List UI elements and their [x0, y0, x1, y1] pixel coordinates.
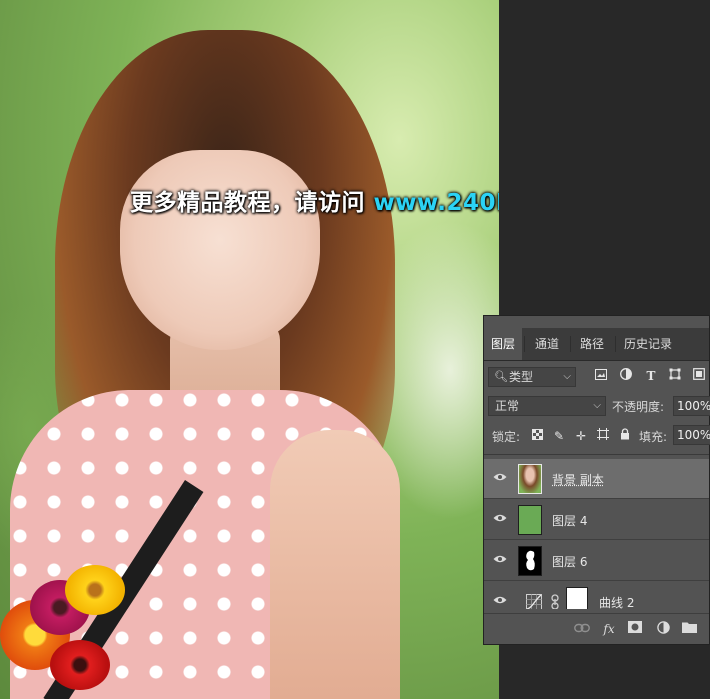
add-mask-icon[interactable]: [626, 621, 644, 637]
layer-row-layer-6[interactable]: 图层 6: [484, 541, 709, 581]
link-layers-icon[interactable]: [573, 621, 591, 637]
search-icon: 🔍︎: [494, 368, 508, 386]
layer-thumbnail: [518, 546, 542, 576]
lock-position-icon[interactable]: ✛: [573, 428, 589, 444]
type-filter-icon[interactable]: T: [642, 367, 660, 385]
blend-mode-select[interactable]: 正常 ⌵: [488, 396, 606, 416]
filter-type-value: 类型: [509, 370, 533, 384]
watermark-text: 更多精品教程，请访问: [130, 190, 374, 216]
lock-row: 锁定: ✎ ✛ 填充: 100%: [484, 428, 709, 444]
layer-row-background-copy[interactable]: 背景 副本: [484, 459, 709, 499]
chevron-down-icon: ⌵: [593, 397, 601, 415]
eye-icon[interactable]: [493, 471, 507, 485]
opacity-input[interactable]: 100%: [673, 396, 710, 416]
layer-name[interactable]: 图层 6: [552, 553, 587, 570]
flower: [65, 565, 125, 615]
lock-all-icon[interactable]: [617, 428, 633, 444]
eye-icon[interactable]: [493, 594, 507, 608]
layer-name[interactable]: 图层 4: [552, 512, 587, 529]
face: [120, 150, 320, 350]
fill-input[interactable]: 100%: [673, 425, 710, 445]
eye-icon[interactable]: [493, 512, 507, 526]
image-filter-icon[interactable]: [592, 367, 610, 385]
tab-channels[interactable]: 通道: [528, 328, 566, 360]
lock-label: 锁定:: [492, 428, 520, 445]
blend-mode-value: 正常: [495, 399, 519, 413]
tab-separator: [570, 336, 571, 352]
filter-type-select[interactable]: 🔍︎ 类型 ⌵: [488, 367, 576, 387]
layer-row-curves-2[interactable]: 曲线 2: [484, 582, 709, 609]
smart-object-filter-icon[interactable]: [690, 367, 708, 385]
layer-thumbnail: [518, 464, 542, 494]
tab-separator: [524, 336, 525, 352]
layer-name[interactable]: 曲线 2: [599, 594, 634, 609]
layer-mask-thumbnail[interactable]: [566, 587, 588, 609]
layer-thumbnail: [518, 505, 542, 535]
shape-filter-icon[interactable]: [666, 367, 684, 385]
new-group-icon[interactable]: [680, 621, 698, 637]
shoulder: [270, 430, 400, 699]
adjustment-filter-icon[interactable]: [617, 367, 635, 385]
lock-image-icon[interactable]: ✎: [551, 428, 567, 444]
layer-name[interactable]: 背景 副本: [552, 471, 604, 488]
layers-panel: 图层 通道 路径 历史记录 🔍︎ 类型 ⌵ T 正常 ⌵ 不透明度: 100% …: [483, 315, 710, 645]
chevron-down-icon: ⌵: [563, 368, 571, 386]
watermark: 更多精品教程，请访问 www.240PS.com: [130, 183, 499, 217]
adjustment-layer-icon[interactable]: [654, 621, 672, 637]
panel-footer: fx: [484, 613, 709, 644]
lock-artboard-icon[interactable]: [595, 428, 611, 444]
panel-tabs: 图层 通道 路径 历史记录: [484, 328, 709, 361]
flower: [50, 640, 110, 690]
link-icon[interactable]: [550, 594, 560, 609]
opacity-label: 不透明度:: [612, 398, 664, 415]
curves-adjustment-icon: [526, 594, 542, 609]
fx-icon[interactable]: fx: [600, 621, 618, 637]
tab-separator: [615, 336, 616, 352]
tab-history[interactable]: 历史记录: [617, 328, 679, 360]
fill-label: 填充:: [639, 428, 667, 445]
lock-transparent-icon[interactable]: [529, 428, 545, 444]
watermark-url: www.240PS.com: [374, 190, 499, 216]
filter-row: 🔍︎ 类型 ⌵ T: [484, 367, 709, 387]
tab-layers[interactable]: 图层: [484, 328, 522, 360]
eye-icon[interactable]: [493, 553, 507, 567]
layers-list: 背景 副本 图层 4 图层 6 曲线 2: [484, 454, 709, 609]
tab-paths[interactable]: 路径: [573, 328, 611, 360]
blend-row: 正常 ⌵ 不透明度: 100%: [484, 396, 709, 416]
canvas-photo[interactable]: 更多精品教程，请访问 www.240PS.com: [0, 0, 499, 699]
layer-row-layer-4[interactable]: 图层 4: [484, 500, 709, 540]
